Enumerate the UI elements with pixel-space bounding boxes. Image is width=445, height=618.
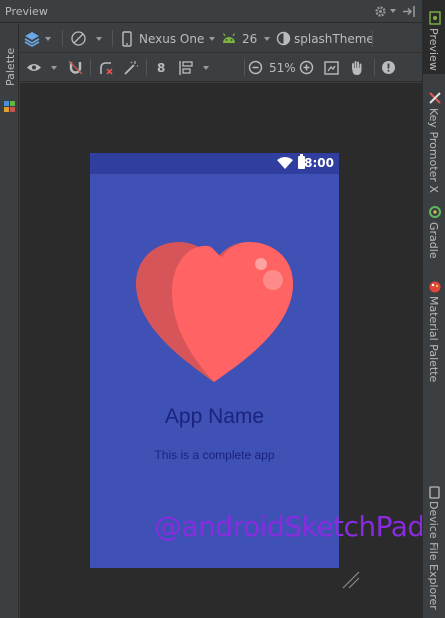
chevron-down-icon xyxy=(264,36,271,41)
chevron-down-icon xyxy=(96,36,102,41)
theme-selector[interactable]: splashTheme xyxy=(276,24,374,53)
theme-icon xyxy=(276,31,291,46)
layers-icon xyxy=(24,31,40,47)
align-icon xyxy=(179,60,193,75)
palette-icon[interactable] xyxy=(4,101,16,113)
clear-constraints-icon xyxy=(100,61,113,75)
android-icon xyxy=(222,33,236,43)
status-time: 8:00 xyxy=(304,156,334,170)
phone-icon xyxy=(122,30,132,47)
device-selector[interactable]: Nexus One xyxy=(122,24,216,53)
warnings-button[interactable] xyxy=(381,53,396,82)
autoconnect-toggle[interactable] xyxy=(68,53,83,82)
rotate-icon xyxy=(71,31,86,46)
toolbar-divider xyxy=(112,30,113,47)
chevron-down-icon xyxy=(45,36,51,41)
tagline-label: This is a complete app xyxy=(154,448,275,462)
device-file-explorer-tab[interactable]: Device File Explorer xyxy=(427,501,440,610)
toolbar-divider xyxy=(90,59,91,76)
api-level-selector[interactable]: 26 xyxy=(222,24,271,53)
toolbar-divider xyxy=(374,59,375,76)
toolbar-divider xyxy=(146,59,147,76)
preview-title-bar: Preview xyxy=(0,0,422,23)
chevron-down-icon xyxy=(203,65,209,70)
ide-window: Preview Palette Nexus One 26 splashTheme… xyxy=(0,0,445,618)
toolbar-divider xyxy=(244,59,245,76)
chevron-down-icon xyxy=(209,36,216,41)
clear-constraints-button[interactable] xyxy=(98,53,114,82)
preview-icon xyxy=(429,11,441,25)
zoom-out-button[interactable] xyxy=(248,53,263,82)
pack-align-button[interactable] xyxy=(178,53,209,82)
left-tool-strip: Palette xyxy=(0,24,19,618)
zoom-fit-icon xyxy=(324,60,339,75)
hand-icon xyxy=(352,60,362,75)
material-palette-tab[interactable]: Material Palette xyxy=(427,296,440,382)
warning-icon xyxy=(382,61,395,74)
magic-wand-icon xyxy=(124,60,138,75)
toolbar-divider xyxy=(372,30,373,47)
chevron-down-icon[interactable] xyxy=(390,9,396,13)
magnet-icon xyxy=(68,60,83,75)
heart-icon xyxy=(136,242,293,382)
status-bar: 8:00 xyxy=(90,153,339,174)
default-margin-button[interactable]: 8 xyxy=(157,53,165,82)
zoom-out-icon xyxy=(248,60,263,75)
palette-tab[interactable]: Palette xyxy=(4,48,17,86)
zoom-level: 51% xyxy=(269,60,296,75)
gear-icon[interactable] xyxy=(374,5,387,18)
gradle-tab[interactable]: Gradle xyxy=(427,222,440,259)
material-palette-icon xyxy=(429,281,441,293)
hide-panel-icon[interactable] xyxy=(402,5,416,18)
wifi-icon xyxy=(277,157,293,169)
design-surface-button[interactable] xyxy=(24,24,51,53)
zoom-in-button[interactable] xyxy=(299,53,314,82)
chevron-down-icon xyxy=(51,65,57,70)
device-file-explorer-icon xyxy=(429,486,440,499)
key-promoter-tab[interactable]: Key Promoter X xyxy=(427,108,440,193)
orientation-button[interactable] xyxy=(70,24,102,53)
toolbar-divider xyxy=(62,30,63,47)
zoom-to-fit-button[interactable] xyxy=(324,53,339,82)
infer-constraints-button[interactable] xyxy=(123,53,139,82)
eye-icon xyxy=(27,64,41,71)
watermark-text: @androidSketchPad xyxy=(154,510,425,543)
preview-tab[interactable]: Preview xyxy=(427,28,440,71)
gradle-icon xyxy=(429,206,441,218)
app-name-label: App Name xyxy=(164,405,265,428)
pan-button[interactable] xyxy=(350,53,364,82)
theme-name: splashTheme xyxy=(294,31,374,46)
device-preview[interactable]: 8:00 App Name This is a complete app xyxy=(90,153,339,568)
device-name: Nexus One xyxy=(139,31,205,46)
view-toolbar: 8 51% xyxy=(20,53,422,82)
layout-toolbar: Nexus One 26 splashTheme xyxy=(20,24,422,53)
window-title: Preview xyxy=(5,4,48,18)
right-tool-strip: Preview Key Promoter X Gradle Material P… xyxy=(422,0,445,618)
key-promoter-icon xyxy=(429,92,441,104)
zoom-in-icon xyxy=(299,60,314,75)
api-level: 26 xyxy=(242,31,258,46)
resize-handle-icon[interactable] xyxy=(341,570,361,590)
view-options-button[interactable] xyxy=(26,53,57,82)
